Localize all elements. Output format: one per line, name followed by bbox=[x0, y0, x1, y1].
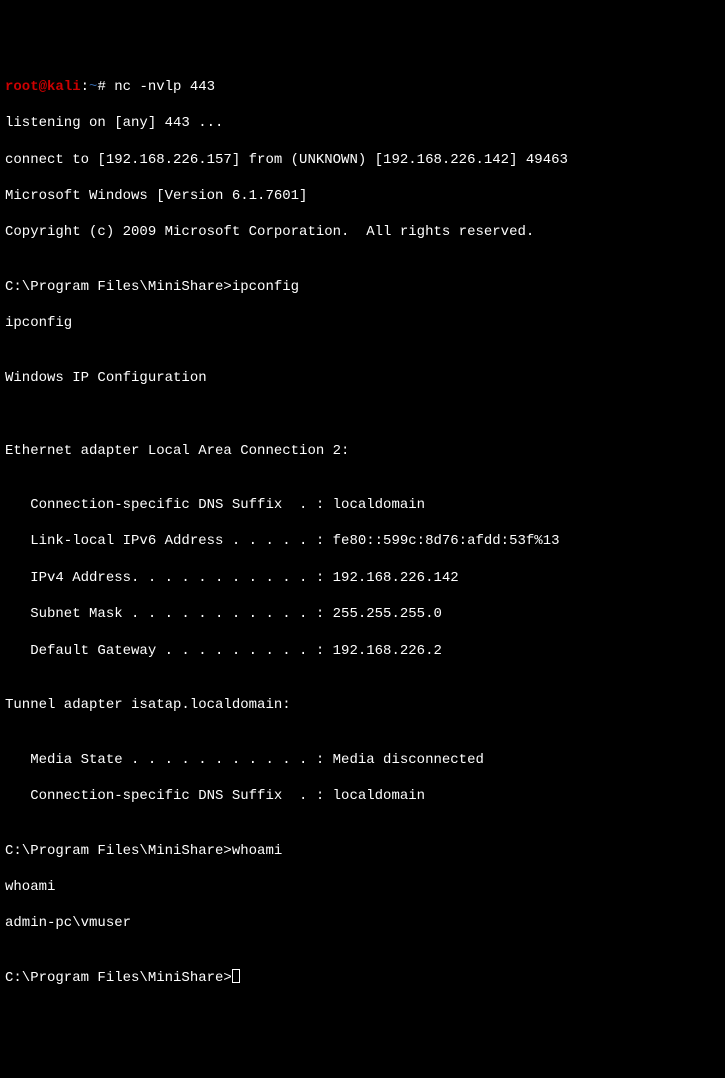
prompt-hash: # bbox=[97, 79, 114, 95]
cursor-icon bbox=[232, 969, 240, 983]
listening-line: listening on [any] 443 ... bbox=[5, 114, 720, 132]
connect-line: connect to [192.168.226.157] from (UNKNO… bbox=[5, 151, 720, 169]
nc-command[interactable]: nc -nvlp 443 bbox=[114, 79, 215, 95]
ethernet-header-line: Ethernet adapter Local Area Connection 2… bbox=[5, 442, 720, 460]
subnet-line: Subnet Mask . . . . . . . . . . . : 255.… bbox=[5, 605, 720, 623]
ipconfig-echo-line: ipconfig bbox=[5, 314, 720, 332]
whoami-result-line: admin-pc\vmuser bbox=[5, 914, 720, 932]
ipv4-line: IPv4 Address. . . . . . . . . . . : 192.… bbox=[5, 569, 720, 587]
media-state-line: Media State . . . . . . . . . . . : Medi… bbox=[5, 751, 720, 769]
prompt-host: kali bbox=[47, 79, 81, 95]
prompt-sep: : bbox=[81, 79, 89, 95]
whoami-prompt-line: C:\Program Files\MiniShare>whoami bbox=[5, 842, 720, 860]
copyright-line: Copyright (c) 2009 Microsoft Corporation… bbox=[5, 223, 720, 241]
prompt-at: @ bbox=[39, 79, 47, 95]
current-prompt-text: C:\Program Files\MiniShare> bbox=[5, 970, 232, 986]
tunnel-dns-line: Connection-specific DNS Suffix . : local… bbox=[5, 787, 720, 805]
kali-prompt-line: root@kali:~# nc -nvlp 443 bbox=[5, 78, 720, 96]
current-prompt-line[interactable]: C:\Program Files\MiniShare> bbox=[5, 969, 720, 987]
prompt-user: root bbox=[5, 79, 39, 95]
winip-header-line: Windows IP Configuration bbox=[5, 369, 720, 387]
tunnel-header-line: Tunnel adapter isatap.localdomain: bbox=[5, 696, 720, 714]
ipv6-line: Link-local IPv6 Address . . . . . : fe80… bbox=[5, 532, 720, 550]
ipconfig-prompt-line: C:\Program Files\MiniShare>ipconfig bbox=[5, 278, 720, 296]
dns-suffix-line: Connection-specific DNS Suffix . : local… bbox=[5, 496, 720, 514]
gateway-line: Default Gateway . . . . . . . . . : 192.… bbox=[5, 642, 720, 660]
ms-version-line: Microsoft Windows [Version 6.1.7601] bbox=[5, 187, 720, 205]
whoami-echo-line: whoami bbox=[5, 878, 720, 896]
